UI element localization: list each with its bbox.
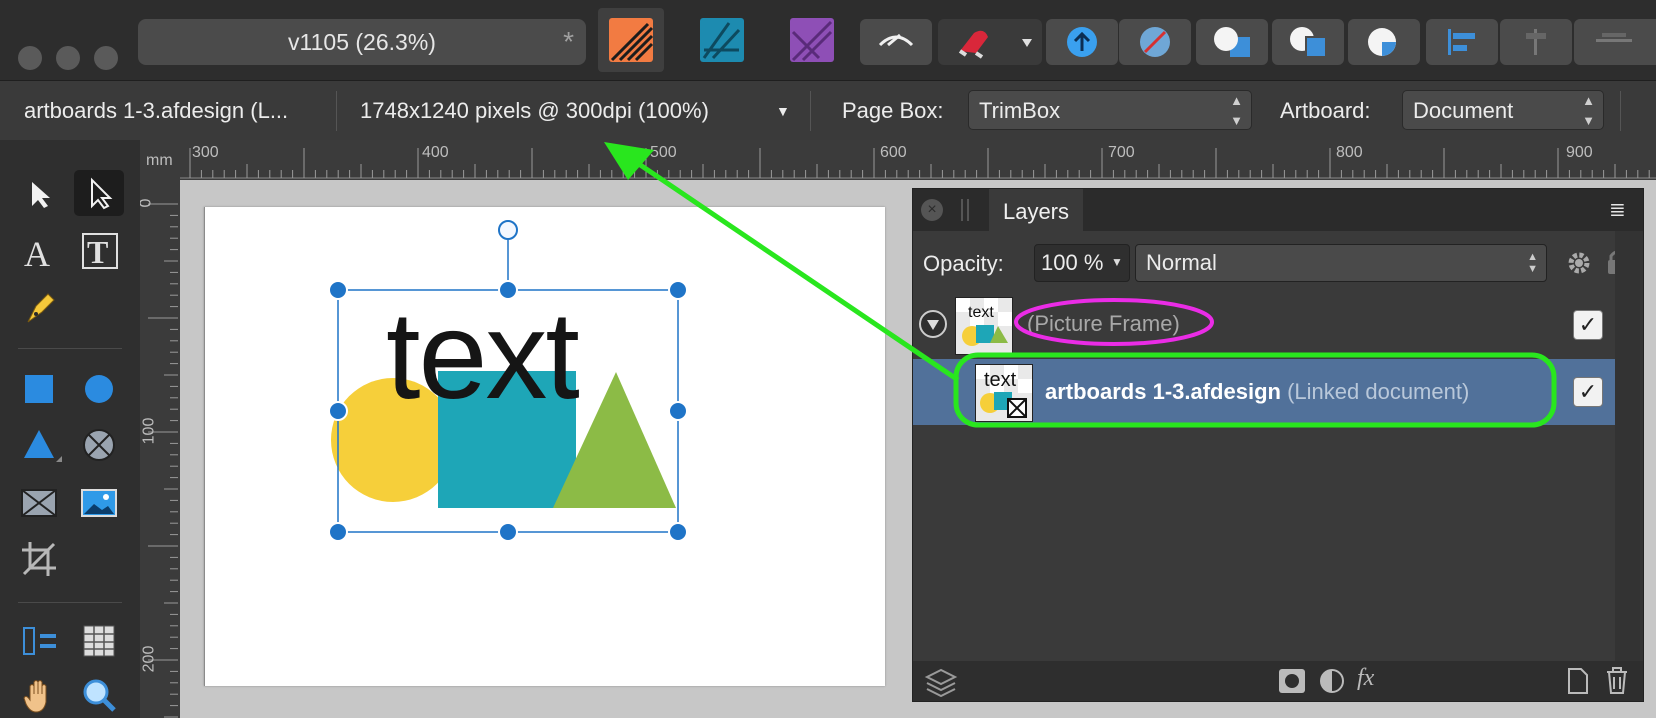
annotation-overlay	[604, 142, 1557, 428]
green-arrow-head	[604, 142, 654, 180]
magenta-highlight-ellipse	[1014, 298, 1214, 346]
green-highlight-outline	[953, 352, 1557, 428]
green-arrow-line	[628, 155, 960, 383]
